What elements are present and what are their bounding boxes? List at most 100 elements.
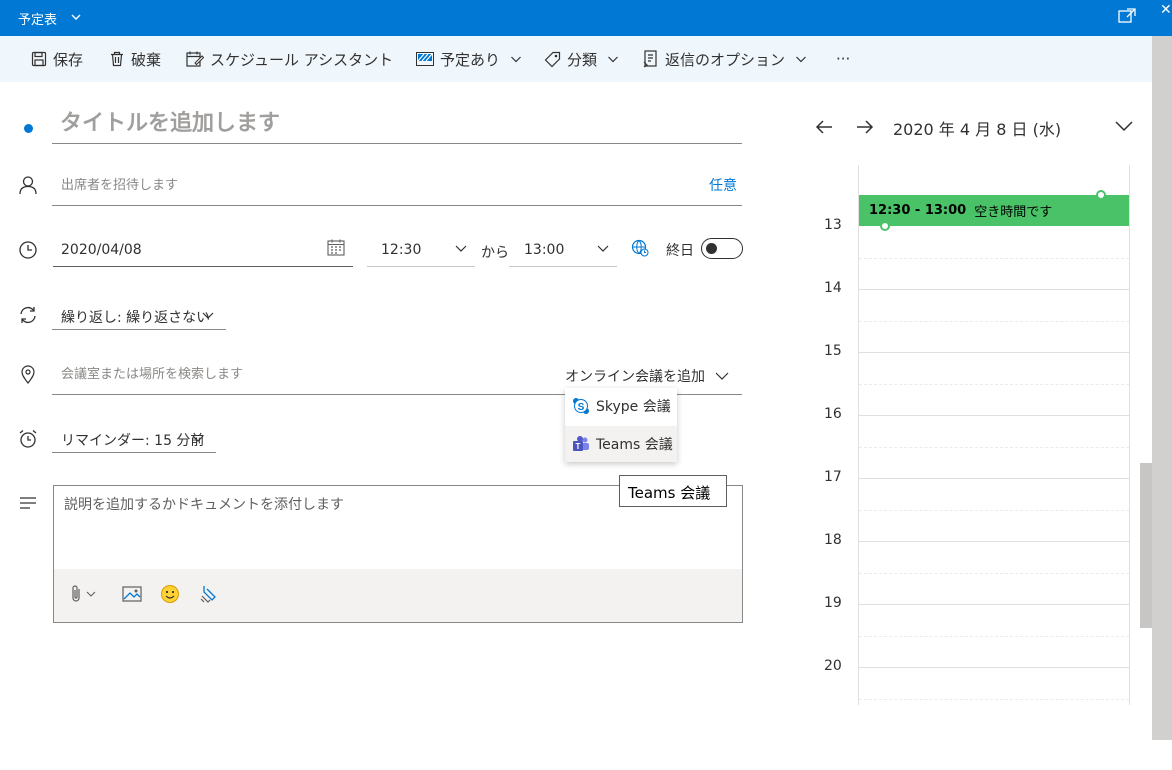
hour-line bbox=[859, 604, 1129, 605]
hour-label: 19 bbox=[824, 595, 842, 611]
date-value: 2020/04/08 bbox=[61, 242, 142, 258]
save-button[interactable]: 保存 bbox=[31, 36, 83, 82]
save-icon bbox=[31, 51, 47, 67]
day-calendar-grid[interactable] bbox=[858, 165, 1130, 705]
previous-day-arrow-icon[interactable] bbox=[813, 116, 835, 138]
half-hour-line bbox=[859, 384, 1129, 385]
emoji-icon bbox=[161, 585, 179, 603]
save-label: 保存 bbox=[53, 50, 84, 69]
hour-label: 15 bbox=[824, 343, 842, 359]
add-online-meeting-label: オンライン会議を追加 bbox=[565, 369, 705, 385]
add-online-meeting-dropdown[interactable]: オンライン会議を追加 bbox=[565, 366, 729, 386]
close-icon[interactable]: ✕ bbox=[1160, 2, 1172, 18]
discard-button[interactable]: 破棄 bbox=[109, 36, 161, 82]
time-zone-icon[interactable] bbox=[631, 239, 649, 257]
chevron-down-icon[interactable] bbox=[70, 11, 82, 23]
insert-image-button[interactable] bbox=[122, 583, 142, 605]
image-icon bbox=[122, 586, 142, 602]
to-label: から bbox=[481, 245, 509, 261]
hour-line bbox=[859, 352, 1129, 353]
emoji-button[interactable] bbox=[160, 583, 180, 605]
online-meeting-menu: S Skype 会議 T Teams 会議 bbox=[565, 388, 677, 462]
attendees-placeholder: 出席者を招待します bbox=[61, 178, 179, 193]
skype-meeting-label: Skype 会議 bbox=[596, 399, 671, 415]
toggle-knob bbox=[706, 243, 717, 254]
chevron-down-icon bbox=[608, 56, 618, 63]
all-day-toggle[interactable] bbox=[701, 238, 743, 259]
show-as-label: 予定あり bbox=[440, 50, 501, 69]
format-painter-button[interactable] bbox=[198, 583, 218, 605]
chevron-down-icon bbox=[597, 245, 609, 252]
end-time-value: 13:00 bbox=[524, 242, 565, 258]
attach-button[interactable] bbox=[70, 583, 96, 605]
location-placeholder: 会議室または場所を検索します bbox=[61, 367, 244, 382]
chevron-down-icon bbox=[202, 312, 214, 319]
response-options-dropdown[interactable]: 返信のオプション bbox=[643, 36, 807, 82]
hour-label: 17 bbox=[824, 469, 842, 485]
teams-meeting-label: Teams 会議 bbox=[596, 437, 673, 453]
hour-line bbox=[859, 415, 1129, 416]
categorize-label: 分類 bbox=[567, 50, 598, 69]
teams-meeting-tooltip: Teams 会議 bbox=[619, 475, 727, 507]
all-day-label: 終日 bbox=[666, 243, 694, 259]
hour-label: 20 bbox=[824, 658, 842, 674]
skype-icon: S bbox=[573, 398, 589, 414]
event-block[interactable]: 12:30 - 13:00 空き時間です bbox=[859, 195, 1129, 226]
chevron-down-icon bbox=[715, 372, 729, 380]
more-icon: ··· bbox=[836, 50, 851, 68]
scheduling-assistant-button[interactable]: スケジュール アシスタント bbox=[186, 36, 393, 82]
chevron-down-icon[interactable] bbox=[1114, 119, 1134, 133]
optional-attendees-link[interactable]: 任意 bbox=[709, 175, 737, 195]
start-time-value: 12:30 bbox=[381, 242, 422, 258]
svg-text:T: T bbox=[576, 442, 581, 451]
scrollbar-track[interactable] bbox=[1152, 36, 1172, 740]
categorize-dropdown[interactable]: 分類 bbox=[544, 36, 619, 82]
description-placeholder: 説明を追加するかドキュメントを添付します bbox=[64, 497, 344, 513]
calendar-event-compose-page: 予定表 ✕ 保存 破棄 スケジュール アシスタント 予定あり 分類 返信のオプシ… bbox=[0, 0, 1172, 770]
app-title[interactable]: 予定表 bbox=[18, 9, 57, 28]
half-hour-line bbox=[859, 447, 1129, 448]
app-header: 予定表 ✕ bbox=[0, 0, 1172, 36]
paperclip-icon bbox=[72, 585, 80, 602]
repeat-value: 繰り返し: 繰り返さない bbox=[61, 310, 211, 326]
more-button[interactable]: ··· bbox=[836, 36, 850, 82]
half-hour-line bbox=[859, 573, 1129, 574]
event-time: 12:30 - 13:00 bbox=[869, 203, 967, 218]
format-painter-icon bbox=[200, 586, 216, 603]
calendar-date-label: 2020 年 4 月 8 日 (水) bbox=[893, 120, 1062, 139]
chevron-down-icon bbox=[86, 591, 96, 597]
half-hour-line bbox=[859, 510, 1129, 511]
person-icon bbox=[19, 176, 37, 195]
clock-icon bbox=[19, 241, 37, 259]
scrollbar-thumb[interactable] bbox=[1140, 463, 1152, 628]
hour-label: 18 bbox=[824, 532, 842, 548]
response-options-icon bbox=[643, 50, 657, 68]
next-day-arrow-icon[interactable] bbox=[854, 116, 876, 138]
hour-line bbox=[859, 289, 1129, 290]
popout-icon[interactable] bbox=[1118, 8, 1136, 24]
hour-line bbox=[859, 541, 1129, 542]
busy-status-icon bbox=[416, 52, 434, 66]
chevron-down-icon bbox=[511, 56, 521, 63]
hour-label: 16 bbox=[824, 406, 842, 422]
event-resize-handle-top[interactable] bbox=[1096, 190, 1106, 200]
tag-icon bbox=[544, 51, 561, 67]
skype-meeting-option[interactable]: S Skype 会議 bbox=[565, 388, 677, 424]
hour-line bbox=[859, 478, 1129, 479]
chevron-down-icon bbox=[455, 245, 467, 252]
half-hour-line bbox=[859, 321, 1129, 322]
half-hour-line bbox=[859, 699, 1129, 700]
response-options-label: 返信のオプション bbox=[665, 50, 786, 69]
reminder-value: リマインダー: 15 分前 bbox=[61, 433, 205, 449]
event-resize-handle-bottom[interactable] bbox=[880, 221, 890, 231]
show-as-dropdown[interactable]: 予定あり bbox=[416, 36, 522, 82]
trash-icon bbox=[111, 51, 123, 67]
hour-line bbox=[859, 667, 1129, 668]
title-input[interactable] bbox=[52, 104, 742, 144]
teams-meeting-option[interactable]: T Teams 会議 bbox=[565, 426, 677, 462]
calendar-icon[interactable] bbox=[327, 239, 345, 256]
alarm-clock-icon bbox=[19, 430, 37, 448]
description-formatting-bar bbox=[54, 569, 742, 622]
hour-label: 14 bbox=[824, 280, 842, 296]
half-hour-line bbox=[859, 258, 1129, 259]
